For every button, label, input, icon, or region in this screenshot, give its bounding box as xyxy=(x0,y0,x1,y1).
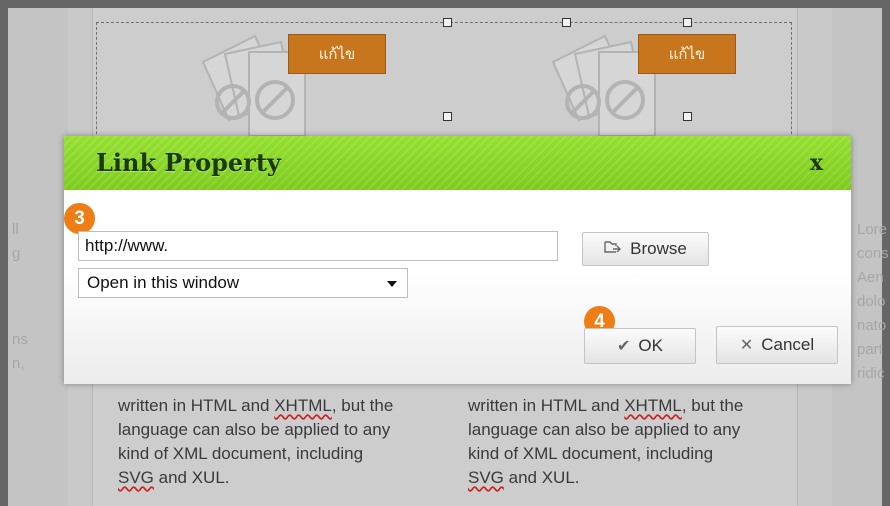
browse-button[interactable]: Browse xyxy=(582,232,709,266)
cancel-button[interactable]: ✕ Cancel xyxy=(716,326,838,364)
url-input[interactable] xyxy=(78,231,558,261)
left-side-text: ll g ns n, xyxy=(12,221,28,372)
resize-handle[interactable] xyxy=(443,112,452,121)
step-badge-3: 3 xyxy=(64,203,95,234)
edit-image-button[interactable]: แก้ไข xyxy=(638,34,736,74)
x-icon: ✕ xyxy=(739,337,754,354)
body-text-right: written in HTML and XHTML, but the langu… xyxy=(468,396,744,487)
body-text-left: written in HTML and XHTML, but the langu… xyxy=(118,396,394,487)
chevron-down-icon xyxy=(387,281,397,287)
resize-handle[interactable] xyxy=(443,18,452,27)
ok-button[interactable]: ✔ OK xyxy=(584,328,696,364)
select-value: Open in this window xyxy=(87,273,240,292)
edit-image-button[interactable]: แก้ไข xyxy=(288,34,386,74)
close-button[interactable]: x xyxy=(810,150,823,176)
folder-arrow-icon xyxy=(604,240,622,259)
checkmark-icon: ✔ xyxy=(617,338,631,355)
dialog-title: Link Property xyxy=(96,148,281,177)
right-side-text: Lore cons Aen dolo nato part ridic xyxy=(857,221,889,382)
dialog-header: Link Property x xyxy=(64,136,851,190)
target-window-select[interactable]: Open in this window xyxy=(78,268,408,298)
